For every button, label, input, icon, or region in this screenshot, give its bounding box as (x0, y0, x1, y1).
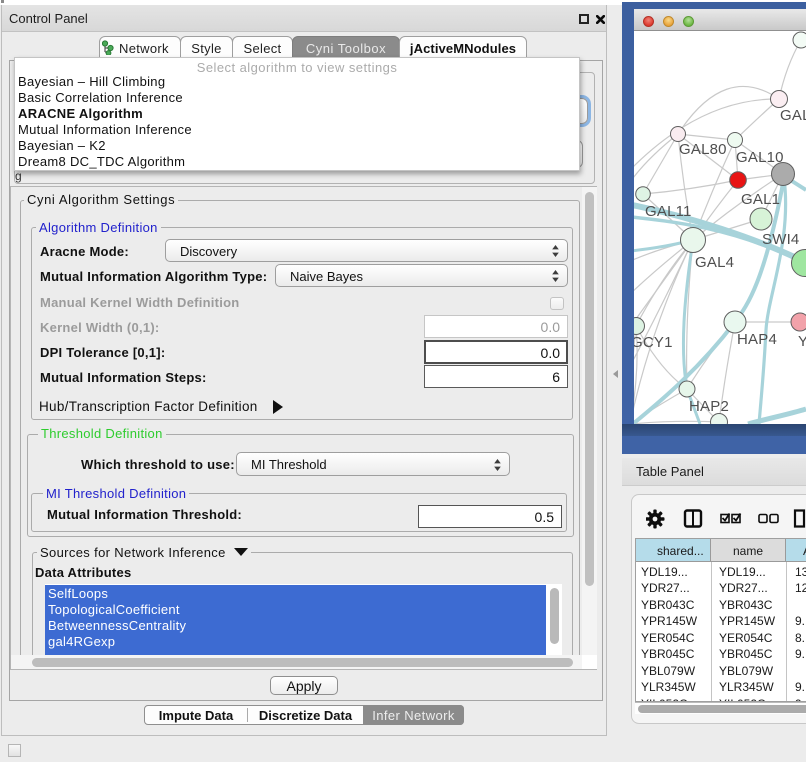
svg-text:HAP4: HAP4 (737, 331, 777, 348)
svg-text:HAP2: HAP2 (689, 398, 729, 415)
svg-text:GCY1: GCY1 (634, 334, 673, 351)
svg-text:GAL10: GAL10 (736, 149, 784, 166)
svg-text:GAL4: GAL4 (695, 254, 734, 271)
svg-text:GAL11: GAL11 (645, 203, 692, 220)
svg-text:GAL2: GAL2 (780, 107, 806, 124)
svg-text:SWI4: SWI4 (762, 231, 799, 248)
svg-text:GAL80: GAL80 (679, 141, 727, 158)
svg-text:GAL1: GAL1 (741, 191, 780, 208)
svg-text:Y: Y (798, 333, 806, 350)
